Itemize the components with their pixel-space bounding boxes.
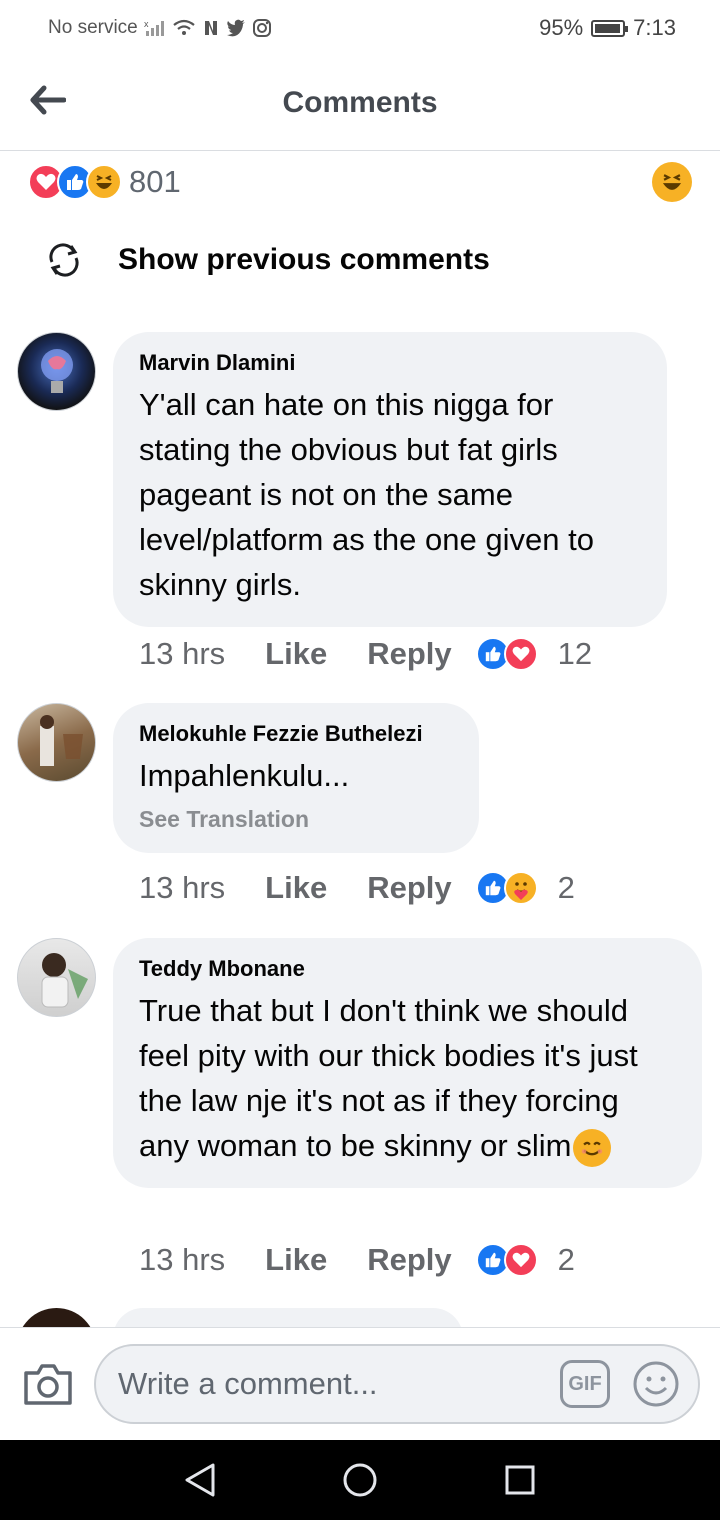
battery-percent: 95% xyxy=(539,15,584,40)
comment-bubble[interactable]: Melokuhle Fezzie Buthelezi Impahlenkulu.… xyxy=(113,703,479,853)
reply-button[interactable]: Reply xyxy=(367,636,451,672)
netflix-icon xyxy=(202,19,220,37)
love-icon xyxy=(503,1243,538,1277)
nav-recents-button[interactable] xyxy=(490,1450,550,1510)
like-button[interactable]: Like xyxy=(265,636,327,672)
reply-button[interactable]: Reply xyxy=(367,870,451,906)
carrier-text: No service xyxy=(48,17,138,38)
battery-icon xyxy=(591,19,629,37)
comment-bubble[interactable]: Marvin Dlamini Y'all can hate on this ni… xyxy=(113,332,667,627)
arrow-left-icon xyxy=(30,85,66,115)
care-icon xyxy=(503,871,538,905)
comment-text-body: True that but I don't think we should fe… xyxy=(139,993,638,1163)
comment-author[interactable]: Teddy Mbonane xyxy=(139,956,676,982)
wifi-icon xyxy=(172,19,196,37)
svg-text:x: x xyxy=(144,19,149,29)
system-nav-bar xyxy=(0,1440,720,1520)
comment-reaction-count[interactable]: 12 xyxy=(558,636,592,672)
comment-input-wrapper[interactable]: GIF xyxy=(94,1344,700,1424)
comment-reactions[interactable] xyxy=(475,871,538,905)
reaction-count: 801 xyxy=(129,164,181,199)
refresh-icon xyxy=(49,243,79,277)
next-comment-avatar-partial[interactable] xyxy=(17,1308,96,1328)
comment-text: Y'all can hate on this nigga for stating… xyxy=(139,387,594,602)
triangle-back-icon xyxy=(185,1463,215,1497)
smiley-icon xyxy=(633,1361,679,1407)
comment-reactions[interactable] xyxy=(475,1243,538,1277)
back-button[interactable] xyxy=(24,76,72,124)
comment-author[interactable]: Melokuhle Fezzie Buthelezi xyxy=(139,721,453,747)
comment-reaction-count[interactable]: 2 xyxy=(558,870,575,906)
twitter-icon xyxy=(226,19,246,37)
comment-input[interactable] xyxy=(118,1366,560,1402)
comment-reaction-count[interactable]: 2 xyxy=(558,1242,575,1278)
square-recents-icon xyxy=(505,1465,535,1495)
page-title: Comments xyxy=(282,86,438,119)
like-button[interactable]: Like xyxy=(265,870,327,906)
reactions-summary[interactable]: 801 xyxy=(0,160,720,204)
like-button[interactable]: Like xyxy=(265,1242,327,1278)
comment-composer: GIF xyxy=(0,1327,720,1440)
header: Comments xyxy=(0,56,720,151)
comment-meta: 13 hrs Like Reply 12 xyxy=(139,636,592,672)
comment-text: Impahlenkulu... xyxy=(139,758,350,793)
instagram-icon xyxy=(252,18,272,38)
comment-bubble[interactable]: Teddy Mbonane True that but I don't thin… xyxy=(113,938,702,1188)
status-right: 95% 7:13 xyxy=(539,15,676,41)
circle-home-icon xyxy=(343,1463,377,1497)
comment-text: True that but I don't think we should fe… xyxy=(139,988,676,1168)
avatar[interactable] xyxy=(17,938,96,1017)
show-previous-label: Show previous comments xyxy=(118,243,490,276)
camera-icon xyxy=(24,1364,72,1405)
comment-meta: 13 hrs Like Reply 2 xyxy=(139,870,575,906)
clock: 7:13 xyxy=(633,15,676,40)
status-bar: No service x 95% 7:13 xyxy=(0,0,720,56)
avatar[interactable] xyxy=(17,703,96,782)
reaction-icons xyxy=(28,164,122,200)
show-previous-comments-button[interactable]: Show previous comments xyxy=(44,240,490,280)
avatar[interactable] xyxy=(17,332,96,411)
love-icon xyxy=(503,637,538,671)
comment-time[interactable]: 13 hrs xyxy=(139,636,225,672)
reply-button[interactable]: Reply xyxy=(367,1242,451,1278)
next-comment-bubble-partial[interactable] xyxy=(113,1308,463,1328)
comment-reactions[interactable] xyxy=(475,637,538,671)
emoji-button[interactable] xyxy=(632,1360,680,1408)
comment-time[interactable]: 13 hrs xyxy=(139,1242,225,1278)
nav-back-button[interactable] xyxy=(170,1450,230,1510)
status-left: No service x xyxy=(48,17,272,39)
comment-time[interactable]: 13 hrs xyxy=(139,870,225,906)
camera-button[interactable] xyxy=(20,1356,76,1412)
haha-icon xyxy=(86,164,122,200)
reactions-summary-left[interactable]: 801 xyxy=(28,164,181,200)
comment-meta: 13 hrs Like Reply 2 xyxy=(139,1242,575,1278)
comment-author[interactable]: Marvin Dlamini xyxy=(139,350,641,376)
haha-icon xyxy=(652,162,692,202)
gif-button[interactable]: GIF xyxy=(560,1360,610,1408)
nav-home-button[interactable] xyxy=(330,1450,390,1510)
smiling-face-icon xyxy=(573,1128,612,1167)
signal-icon: x xyxy=(144,19,166,37)
see-translation-link[interactable]: See Translation xyxy=(139,806,453,833)
